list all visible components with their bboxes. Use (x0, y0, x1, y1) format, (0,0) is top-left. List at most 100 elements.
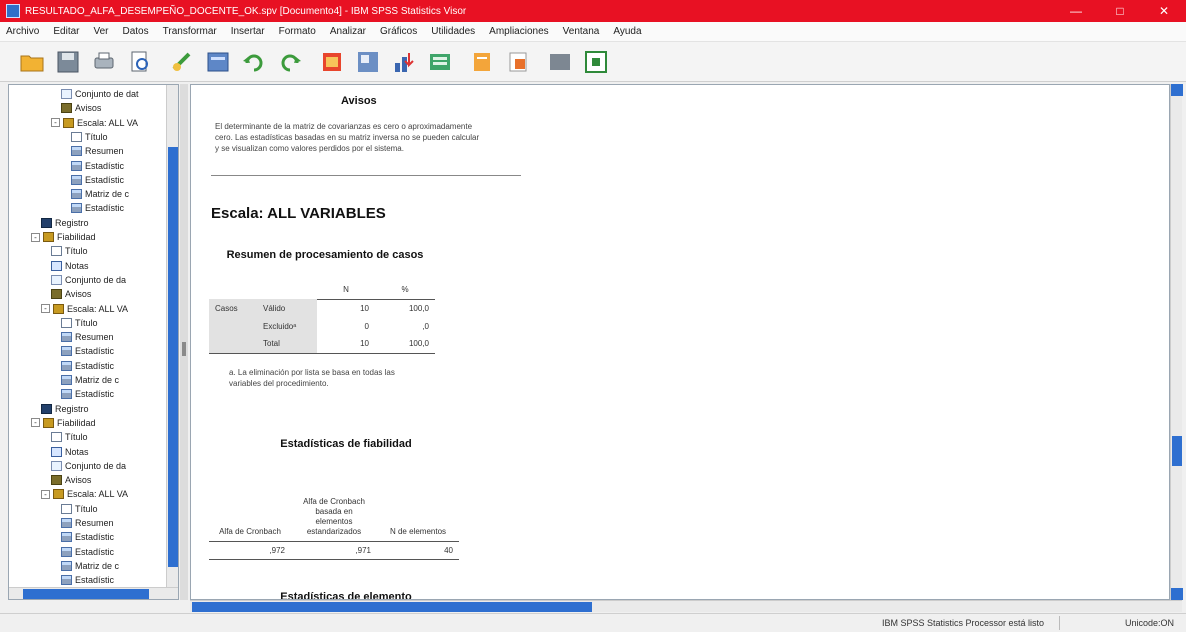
menu-ampliaciones[interactable]: Ampliaciones (489, 26, 548, 37)
navigator-vertical-scrollbar[interactable] (166, 85, 178, 599)
scroll-up-button[interactable] (1171, 84, 1183, 96)
maximize-button[interactable]: □ (1098, 0, 1142, 22)
warnings-text: El determinante de la matriz de covarian… (215, 122, 480, 153)
content-vertical-scrollbar[interactable] (1170, 84, 1183, 600)
select-last-output-icon[interactable] (582, 48, 610, 76)
navigator-item[interactable]: Conjunto de dat (61, 87, 139, 101)
navigator-item[interactable]: Estadístic (61, 545, 114, 559)
insert-title-icon[interactable] (468, 48, 496, 76)
collapse-toggle-icon[interactable]: - (51, 118, 60, 128)
navigator-item[interactable]: Estadístic (71, 173, 124, 187)
navigator-item[interactable]: Resumen (61, 330, 114, 344)
spss-app-icon (6, 4, 20, 18)
save-icon[interactable] (54, 48, 82, 76)
navigator-item[interactable]: Título (71, 130, 108, 144)
navigator-item[interactable]: Título (51, 430, 88, 444)
goto-data-icon[interactable] (318, 48, 346, 76)
navigator-item[interactable]: Estadístic (61, 359, 114, 373)
col-header-n-elementos: N de elementos (377, 457, 459, 542)
navigator-item[interactable]: Título (61, 502, 98, 516)
scale-folder-icon (53, 489, 64, 500)
navigator-item[interactable]: Título (61, 316, 98, 330)
navigator-item[interactable]: Matriz de c (61, 373, 119, 387)
navigator-item[interactable]: - Fiabilidad (31, 230, 96, 244)
menu-ventana[interactable]: Ventana (563, 26, 600, 37)
navigator-item[interactable]: Notas (51, 259, 89, 273)
navigator-item[interactable]: Avisos (61, 101, 101, 115)
content-hscroll-thumb[interactable] (192, 602, 592, 612)
navigator-item[interactable]: Matriz de c (61, 559, 119, 573)
menu-graficos[interactable]: Gráficos (380, 26, 417, 37)
navigator-item[interactable]: Título (51, 244, 88, 258)
navigator-item[interactable]: Resumen (71, 144, 124, 158)
navigator-item[interactable]: Estadístic (61, 344, 114, 358)
minimize-button[interactable]: — (1054, 0, 1098, 22)
cell-total-n: 10 (317, 335, 375, 354)
navigator-item[interactable]: Estadístic (71, 159, 124, 173)
show-all-icon[interactable] (546, 48, 574, 76)
export-icon[interactable] (168, 48, 196, 76)
menu-analizar[interactable]: Analizar (330, 26, 366, 37)
menu-insertar[interactable]: Insertar (231, 26, 265, 37)
menu-datos[interactable]: Datos (123, 26, 149, 37)
insert-heading-icon[interactable] (426, 48, 454, 76)
goto-case-icon[interactable] (354, 48, 382, 76)
menu-archivo[interactable]: Archivo (6, 26, 39, 37)
navigator-item[interactable]: Avisos (51, 287, 91, 301)
collapse-toggle-icon[interactable]: - (41, 489, 50, 499)
navigator-item[interactable]: - Escala: ALL VA (41, 302, 128, 316)
navigator-item[interactable]: - Fiabilidad (31, 416, 96, 430)
menu-utilidades[interactable]: Utilidades (431, 26, 475, 37)
navigator-item[interactable]: Registro (41, 402, 89, 416)
row-group-casos: Casos (209, 299, 257, 317)
navigator-hscroll-thumb[interactable] (23, 589, 149, 599)
collapse-toggle-icon[interactable]: - (31, 418, 40, 428)
scale-heading[interactable]: Escala: ALL VARIABLES (211, 205, 386, 222)
navigator-item[interactable]: Notas (51, 445, 89, 459)
navigator-item[interactable]: Conjunto de da (51, 273, 126, 287)
undo-icon[interactable] (240, 48, 268, 76)
recall-dialog-icon[interactable] (204, 48, 232, 76)
variables-icon[interactable] (390, 48, 418, 76)
menu-transformar[interactable]: Transformar (163, 26, 217, 37)
warnings-icon (61, 103, 72, 114)
pane-splitter[interactable] (180, 84, 188, 600)
navigator-scroll-thumb[interactable] (168, 147, 178, 567)
collapse-toggle-icon[interactable]: - (31, 232, 40, 242)
navigator-item[interactable]: Resumen (61, 516, 114, 530)
navigator-item[interactable]: Estadístic (61, 530, 114, 544)
redo-icon[interactable] (276, 48, 304, 76)
table-icon (61, 375, 72, 385)
menu-formato[interactable]: Formato (279, 26, 316, 37)
collapse-toggle-icon[interactable]: - (41, 304, 50, 313)
navigator-item[interactable]: Estadístic (61, 387, 114, 401)
content-scroll-thumb[interactable] (1172, 436, 1182, 466)
navigator-item[interactable]: Registro (41, 216, 89, 230)
case-summary-table[interactable]: N % Casos Válido 10 100,0 Excluidoᵃ 0 ,0… (209, 281, 435, 354)
output-content-pane[interactable]: Avisos El determinante de la matriz de c… (190, 84, 1170, 600)
navigator-item[interactable]: Estadístic (71, 201, 124, 215)
navigator-item[interactable]: - Escala: ALL VA (51, 116, 138, 130)
navigator-item[interactable]: Avisos (51, 473, 91, 487)
menu-ayuda[interactable]: Ayuda (613, 26, 641, 37)
navigator-item[interactable]: Matriz de c (71, 187, 129, 201)
insert-text-icon[interactable] (504, 48, 532, 76)
navigator-item[interactable]: Conjunto de da (51, 459, 126, 473)
open-folder-icon[interactable] (18, 48, 46, 76)
reliability-table[interactable]: Alfa de Cronbach Alfa de Cronbach basada… (209, 457, 459, 560)
navigator-item-label: Escala: ALL VA (77, 117, 139, 128)
menu-ver[interactable]: Ver (93, 26, 108, 37)
scroll-down-button[interactable] (1171, 588, 1183, 600)
status-bar: IBM SPSS Statistics Processor está listo… (0, 613, 1186, 632)
menu-editar[interactable]: Editar (53, 26, 79, 37)
output-navigator[interactable]: Conjunto de dat Avisos - Escala: ALL VA Títu… (8, 84, 179, 600)
navigator-item-label: Matriz de c (75, 560, 120, 571)
splitter-grip[interactable] (182, 342, 186, 356)
print-preview-icon[interactable] (126, 48, 154, 76)
navigator-horizontal-scrollbar[interactable] (9, 587, 178, 599)
navigator-item[interactable]: Estadístic (61, 573, 114, 587)
close-button[interactable]: ✕ (1142, 0, 1186, 22)
content-horizontal-scrollbar[interactable] (190, 600, 1182, 612)
print-icon[interactable] (90, 48, 118, 76)
navigator-item[interactable]: - Escala: ALL VA (41, 487, 128, 501)
